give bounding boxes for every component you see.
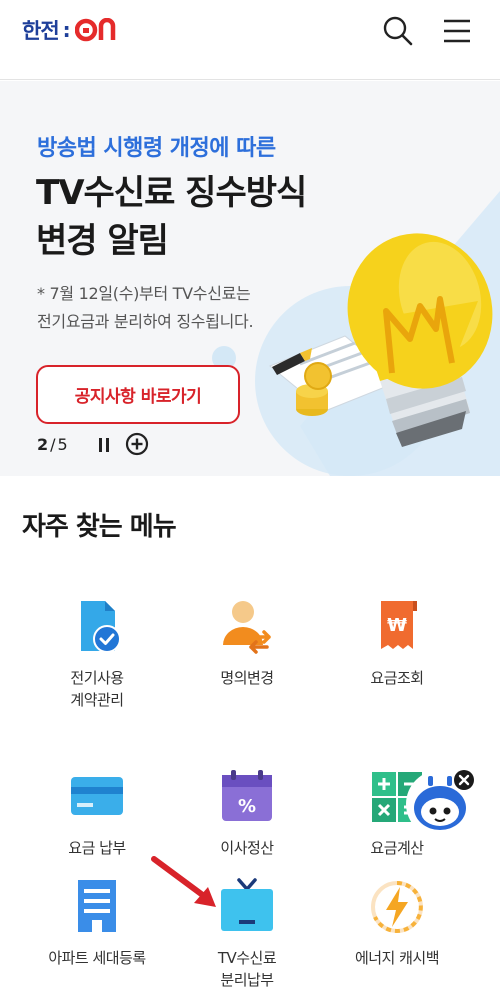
menu-label-line1: 전기사용 <box>70 669 124 687</box>
more-banners-button[interactable] <box>125 432 149 456</box>
apartment-icon <box>78 880 116 932</box>
menu-item-name-change[interactable]: 명의변경 <box>172 597 322 689</box>
banner-title-line1: TV수신료 징수방식 <box>36 173 307 213</box>
search-icon <box>383 16 413 46</box>
pause-button[interactable] <box>93 433 115 457</box>
logo-colon: : <box>62 18 71 42</box>
frequent-menu-title: 자주 찾는 메뉴 <box>22 512 177 542</box>
menu-item-bill-inquiry[interactable]: ₩ 요금조회 <box>322 597 472 689</box>
menu-label: 요금 납부 <box>68 839 126 857</box>
banner-desc-line2: 전기요금과 분리하여 징수됩니다. <box>37 312 254 331</box>
banner-title-line2: 변경 알림 <box>36 221 169 261</box>
pager-separator: / <box>50 434 56 454</box>
document-check-icon <box>81 601 121 653</box>
menu-label-line2: 계약관리 <box>70 691 124 709</box>
tv-icon <box>221 878 273 931</box>
logo-on-mark <box>74 18 115 42</box>
pager-total: 5 <box>57 434 68 454</box>
kepco-on-logo[interactable]: 한전 : <box>22 16 125 44</box>
menu-label: 요금계산 <box>370 839 424 857</box>
svg-text:₩: ₩ <box>387 615 407 636</box>
person-swap-icon <box>223 601 271 654</box>
menu-label: 명의변경 <box>220 669 274 687</box>
menu-item-contract[interactable]: 전기사용 계약관리 <box>22 597 172 711</box>
menu-label: 요금조회 <box>370 669 424 687</box>
search-button[interactable] <box>380 13 416 49</box>
pause-icon <box>99 438 109 452</box>
logo-text: 한전 <box>22 19 60 43</box>
notice-banner[interactable]: 방송법 시행령 개정에 따른 TV수신료 징수방식 변경 알림 * 7월 12일… <box>0 81 500 476</box>
lightning-cashback-icon <box>371 881 423 933</box>
banner-subtitle: 방송법 시행령 개정에 따른 <box>37 136 276 161</box>
menu-label: TV수신료 분리납부 <box>172 947 322 991</box>
receipt-won-icon: ₩ <box>381 601 417 649</box>
menu-label: 아파트 세대등록 <box>48 949 146 967</box>
menu-item-apartment-registration[interactable]: 아파트 세대등록 <box>22 877 172 969</box>
banner-pager: 2 / 5 <box>37 431 68 457</box>
menu-label: 전기사용 계약관리 <box>22 667 172 711</box>
menu-label-line2: 분리납부 <box>220 971 274 989</box>
menu-item-moving-settlement[interactable]: % 이사정산 <box>172 767 322 859</box>
menu-label: 이사정산 <box>220 839 274 857</box>
menu-label-line1: TV수신료 <box>217 949 277 967</box>
menu-item-tv-fee-separate-payment[interactable]: TV수신료 분리납부 <box>172 877 322 991</box>
close-icon <box>454 770 474 790</box>
calendar-percent-icon: % <box>222 770 272 821</box>
pager-current: 2 <box>37 434 49 454</box>
menu-item-bill-payment[interactable]: 요금 납부 <box>22 767 172 859</box>
svg-text:%: % <box>238 796 256 817</box>
menu-item-energy-cashback[interactable]: 에너지 캐시백 <box>322 877 472 969</box>
plus-circle-icon <box>125 432 149 456</box>
hamburger-menu-button[interactable] <box>439 13 475 49</box>
banner-title: TV수신료 징수방식 변경 알림 <box>36 169 356 265</box>
chatbot-close-button[interactable] <box>453 769 475 791</box>
hamburger-icon <box>444 19 470 43</box>
banner-desc-line1: * 7월 12일(수)부터 TV수신료는 <box>37 284 251 303</box>
notice-link-button[interactable]: 공지사항 바로가기 <box>36 365 240 424</box>
header: 한전 : <box>0 0 500 80</box>
menu-label: 에너지 캐시백 <box>354 949 440 967</box>
banner-description: * 7월 12일(수)부터 TV수신료는 전기요금과 분리하여 징수됩니다. <box>37 280 327 336</box>
credit-card-icon <box>71 777 123 815</box>
